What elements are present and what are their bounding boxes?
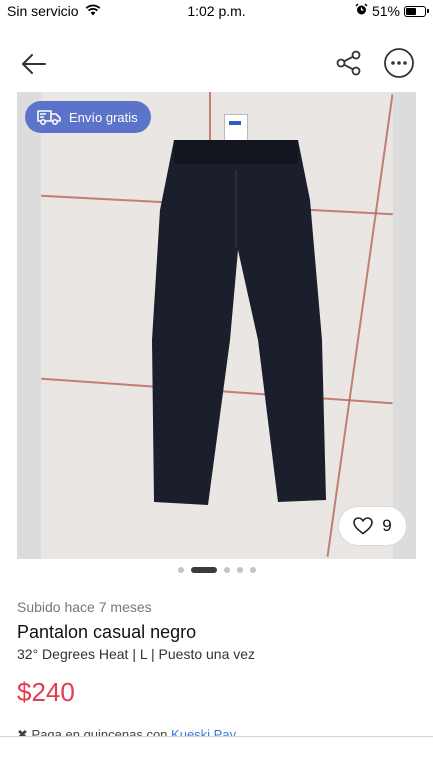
installment-icon: ✖ [17,727,28,736]
back-button[interactable] [18,48,50,80]
carousel-indicator [0,567,433,573]
carousel-dot[interactable] [190,567,217,573]
free-shipping-label: Envío gratis [69,109,138,125]
more-options-button[interactable] [383,47,415,79]
product-price: $240 [17,677,75,707]
share-button[interactable] [334,48,364,78]
bottom-bar [0,737,433,770]
payment-provider-link[interactable]: Kueski Pay [171,727,236,736]
product-photo[interactable] [17,92,416,559]
share-icon [336,50,361,76]
status-right: 51% [355,3,429,19]
photo-background [41,92,393,559]
product-title: Pantalon casual negro [17,622,197,642]
alarm-icon [355,3,368,19]
payment-text: Paga en quincenas con [31,727,168,736]
more-options-icon [384,48,414,78]
status-bar: Sin servicio 1:02 p.m. 51% [0,0,433,24]
carousel-dot[interactable] [177,567,184,573]
like-button[interactable]: 9 [338,506,407,546]
pants-image [152,140,326,505]
battery-percent: 51% [371,3,400,19]
top-nav [0,40,433,86]
uploaded-time: Subido hace 7 meses [17,599,152,615]
heart-icon [353,517,374,535]
truck-icon [37,110,61,125]
battery-icon [404,5,429,17]
payment-option[interactable]: ✖ Paga en quincenas con Kueski Pay [17,727,236,736]
free-shipping-badge: Envío gratis [25,101,151,133]
product-details: 32° Degrees Heat | L | Puesto una vez [17,646,256,662]
carousel-dot[interactable] [223,567,230,573]
likes-count: 9 [382,516,392,535]
back-arrow-icon [22,54,46,74]
carousel-dot[interactable] [236,567,243,573]
battery-fill [406,7,417,15]
carousel-dot[interactable] [249,567,256,573]
